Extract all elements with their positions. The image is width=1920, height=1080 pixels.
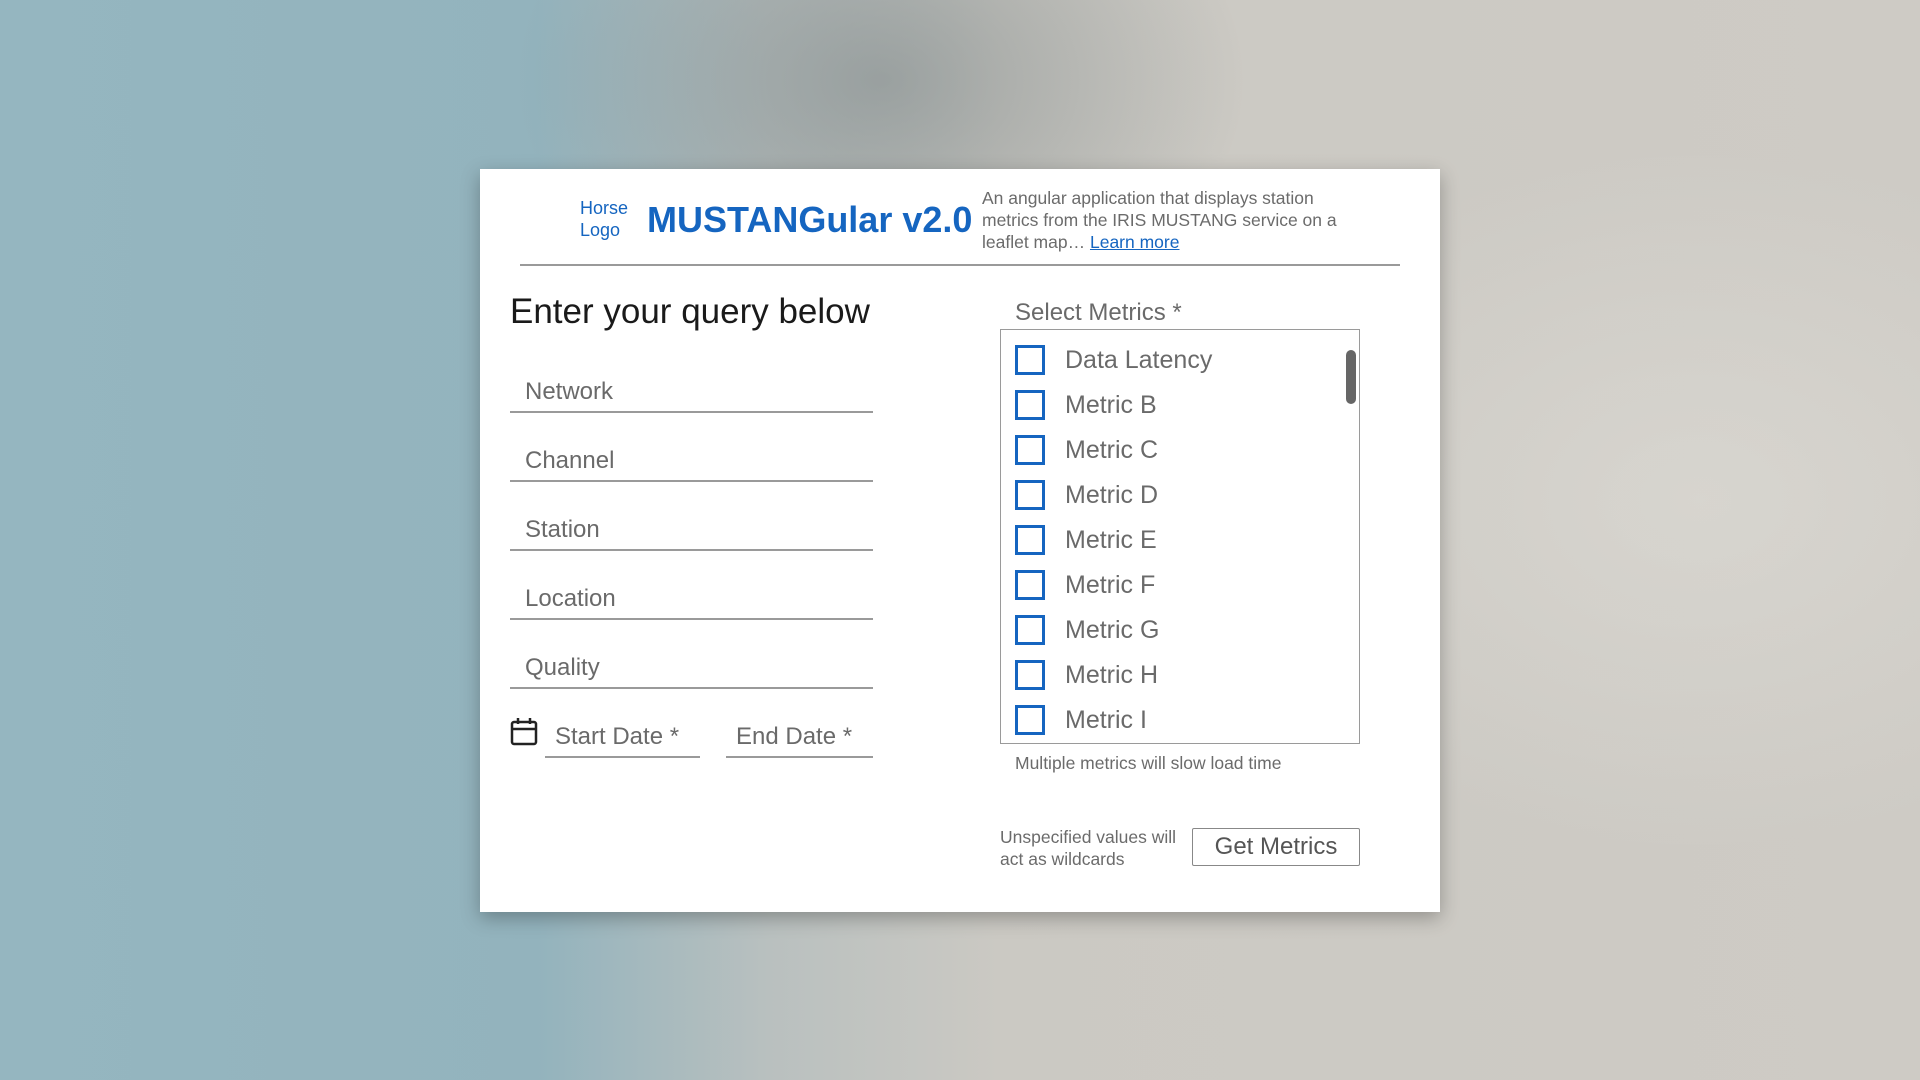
metrics-list[interactable]: Data Latency Metric B Metric C Metric D … [1000, 329, 1360, 744]
metric-label: Metric H [1065, 660, 1159, 689]
metric-checkbox[interactable] [1015, 525, 1045, 555]
metric-item-b[interactable]: Metric B [1015, 387, 1157, 423]
learn-more-link[interactable]: Learn more [1090, 232, 1180, 252]
end-date-container [726, 718, 873, 758]
wildcard-note: Unspecified values will act as wildcards [1000, 827, 1177, 869]
metrics-scrollbar[interactable] [1346, 350, 1356, 404]
horse-logo: Horse Logo [580, 198, 629, 240]
app-title: MUSTANGular v2.0 [647, 199, 973, 240]
location-input[interactable] [510, 580, 873, 618]
start-date-input[interactable] [545, 718, 700, 756]
metric-label: Metric G [1065, 615, 1160, 644]
app-description: An angular application that displays sta… [982, 187, 1342, 253]
metric-item-e[interactable]: Metric E [1015, 522, 1157, 558]
quality-field-container [510, 649, 873, 689]
metric-item-f[interactable]: Metric F [1015, 567, 1155, 603]
start-date-container [545, 718, 700, 758]
network-input[interactable] [510, 373, 873, 411]
end-date-input[interactable] [726, 718, 873, 756]
station-input[interactable] [510, 511, 873, 549]
station-field-container [510, 511, 873, 551]
metric-label: Metric C [1065, 435, 1159, 464]
metric-checkbox[interactable] [1015, 480, 1045, 510]
metric-item-c[interactable]: Metric C [1015, 432, 1158, 468]
location-field-container [510, 580, 873, 620]
network-field-container [510, 373, 873, 413]
header-divider [520, 264, 1400, 266]
metric-label: Metric I [1065, 705, 1147, 734]
metric-checkbox[interactable] [1015, 615, 1045, 645]
metric-item-i[interactable]: Metric I [1015, 702, 1147, 738]
channel-field-container [510, 442, 873, 482]
metric-item-d[interactable]: Metric D [1015, 477, 1158, 513]
query-heading: Enter your query below [510, 292, 870, 331]
quality-input[interactable] [510, 649, 873, 687]
query-card: Horse Logo MUSTANGular v2.0 An angular a… [480, 169, 1440, 912]
metric-label: Metric E [1065, 525, 1157, 554]
metric-label: Metric F [1065, 570, 1156, 599]
metric-item-h[interactable]: Metric H [1015, 657, 1158, 693]
metric-item-data-latency[interactable]: Data Latency [1015, 342, 1212, 378]
metric-checkbox[interactable] [1015, 570, 1045, 600]
metric-label: Metric B [1065, 390, 1157, 419]
get-metrics-button[interactable]: Get Metrics [1192, 828, 1360, 866]
metric-item-g[interactable]: Metric G [1015, 612, 1159, 648]
metric-checkbox[interactable] [1015, 705, 1045, 735]
channel-input[interactable] [510, 442, 873, 480]
metric-checkbox[interactable] [1015, 660, 1045, 690]
metric-checkbox[interactable] [1015, 435, 1045, 465]
metrics-label: Select Metrics * [1015, 299, 1182, 326]
calendar-icon[interactable] [510, 717, 538, 747]
metrics-hint: Multiple metrics will slow load time [1015, 753, 1282, 773]
metric-checkbox[interactable] [1015, 345, 1045, 375]
metric-label: Data Latency [1065, 345, 1213, 374]
metric-checkbox[interactable] [1015, 390, 1045, 420]
metric-label: Metric D [1065, 480, 1159, 509]
